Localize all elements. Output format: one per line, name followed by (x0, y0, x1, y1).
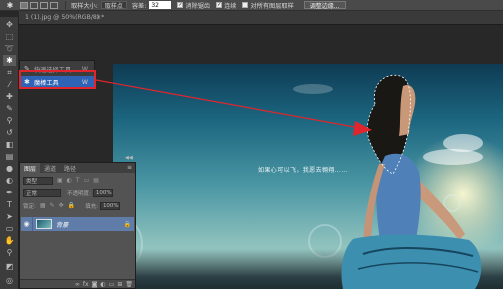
opacity-label: 不透明度: (67, 190, 91, 197)
new-layer-icon[interactable]: ⊞ (117, 281, 122, 288)
adjustment-layer-icon[interactable]: ◐ (100, 281, 105, 288)
history-brush-icon[interactable]: ↺ (3, 127, 16, 138)
hand-tool-icon[interactable]: ✋ (3, 235, 16, 246)
antialias-label: 消除锯齿 (185, 2, 211, 10)
red-highlight-box (19, 70, 96, 89)
collapse-panel-icon[interactable]: ◀◀ (125, 155, 133, 161)
lock-image-icon[interactable]: ✎ (50, 202, 55, 209)
layer-thumbnail (36, 219, 52, 229)
eye-icon[interactable]: ◉ (21, 217, 33, 231)
shape-tool-icon[interactable]: ▭ (3, 223, 16, 234)
type-tool-icon[interactable]: T (3, 199, 16, 210)
layers-panel-tabs: 图层 通道 路径 (20, 163, 135, 173)
filter-type-icon[interactable]: T (76, 177, 80, 184)
divider (65, 1, 66, 9)
fill-label: 填充: (85, 203, 98, 210)
tolerance-input[interactable]: 32 (149, 1, 172, 9)
lock-all-icon[interactable]: 🔒 (68, 202, 75, 209)
canvas-image[interactable]: 如果心可以飞，我愿去翱翔…… (113, 64, 503, 289)
eyedropper-tool-icon[interactable]: ⁄ (3, 79, 16, 90)
layers-panel: 图层 通道 路径 ≡ 类型 ▣ ◐ T ▭ ▤ 正常 不透明度: 100% 锁定… (19, 162, 136, 289)
brush-tool-icon[interactable]: ✎ (3, 103, 16, 114)
sample-size-label: 取样大小: (71, 2, 98, 10)
document-tab-bar: 1 (1).jpg @ 50%(RGB/8) * × (19, 11, 503, 25)
filter-smart-icon[interactable]: ▤ (93, 177, 99, 184)
layer-filter-select[interactable]: 类型 (23, 176, 53, 185)
panel-menu-icon[interactable]: ≡ (127, 164, 132, 171)
options-bar: ✱ 取样大小: 取样点 容差: 32 ✓ 消除锯齿 ✓ 连续 对所有图层取样 调… (0, 0, 503, 11)
delete-layer-icon[interactable]: 🗑 (125, 281, 133, 288)
zoom-tool-icon[interactable]: ⚲ (3, 247, 16, 258)
add-selection-icon[interactable] (30, 1, 38, 9)
magic-wand-icon[interactable]: ✱ (0, 0, 20, 11)
lock-icon: 🔒 (123, 220, 131, 228)
tools-panel: ✥ ⬚ ➰ ✱ ⌗ ⁄ ✚ ✎ ⚲ ↺ ◧ ▤ ● ◐ ✒ T ➤ ▭ ✋ ⚲ … (0, 17, 19, 289)
layer-filter-label: 类型 (26, 178, 38, 185)
tab-layers[interactable]: 图层 (20, 163, 41, 173)
blend-row: 正常 不透明度: 100% (23, 188, 132, 197)
crop-tool-icon[interactable]: ⌗ (3, 67, 16, 78)
stamp-tool-icon[interactable]: ⚲ (3, 115, 16, 126)
fill-input[interactable]: 100% (99, 201, 120, 210)
contiguous-checkbox[interactable]: ✓ (216, 2, 223, 8)
layer-filter-row: 类型 ▣ ◐ T ▭ ▤ (23, 176, 132, 185)
lock-row: 锁定: ▦ ✎ ✥ 🔒 填充: 100% (23, 201, 132, 210)
lock-transparent-icon[interactable]: ▦ (40, 202, 46, 209)
link-layers-icon[interactable]: ∞ (75, 281, 80, 288)
tab-paths[interactable]: 路径 (60, 163, 80, 173)
tab-channels[interactable]: 通道 (40, 163, 60, 173)
pen-tool-icon[interactable]: ✒ (3, 187, 16, 198)
filter-adjust-icon[interactable]: ◐ (67, 177, 72, 184)
lock-position-icon[interactable]: ✥ (59, 202, 64, 209)
path-selection-icon[interactable]: ➤ (3, 211, 16, 222)
new-group-icon[interactable]: ▭ (109, 281, 115, 288)
magic-wand-tool-icon[interactable]: ✱ (3, 55, 16, 66)
lasso-tool-icon[interactable]: ➰ (3, 43, 16, 54)
layer-row-background[interactable]: ◉ 背景 🔒 (21, 217, 134, 231)
foreground-background-color-icon[interactable]: ◩ (3, 261, 16, 272)
add-mask-icon[interactable]: ◙ (92, 281, 98, 288)
canvas-caption: 如果心可以飞，我愿去翱翔…… (258, 167, 348, 174)
contiguous-label: 连续 (224, 2, 237, 10)
eraser-tool-icon[interactable]: ◧ (3, 139, 16, 150)
marquee-tool-icon[interactable]: ⬚ (3, 31, 16, 42)
tolerance-label: 容差: (131, 2, 147, 10)
antialias-checkbox[interactable]: ✓ (177, 2, 184, 8)
lock-label: 锁定: (23, 203, 36, 210)
new-selection-icon[interactable] (20, 1, 28, 9)
refine-edge-button[interactable]: 调整边缘... (303, 1, 346, 10)
sample-size-select[interactable]: 取样点 (100, 1, 127, 10)
document-tab-title[interactable]: 1 (1).jpg @ 50%(RGB/8) * (25, 14, 104, 21)
intersect-selection-icon[interactable] (50, 1, 58, 9)
subtract-selection-icon[interactable] (40, 1, 48, 9)
layer-name: 背景 (56, 221, 69, 229)
quick-mask-icon[interactable]: ◎ (3, 275, 16, 286)
move-tool-icon[interactable]: ✥ (3, 19, 16, 30)
blur-tool-icon[interactable]: ● (3, 163, 16, 174)
sample-all-layers-checkbox[interactable] (242, 2, 249, 8)
filter-shape-icon[interactable]: ▭ (84, 177, 90, 184)
healing-brush-icon[interactable]: ✚ (3, 91, 16, 102)
layer-style-icon[interactable]: fx (83, 281, 89, 288)
blend-mode-select[interactable]: 正常 (23, 188, 61, 197)
woman-figure (341, 74, 482, 289)
layers-panel-footer: ∞ fx ◙ ◐ ▭ ⊞ 🗑 (20, 279, 135, 288)
gradient-tool-icon[interactable]: ▤ (3, 151, 16, 162)
filter-pixel-icon[interactable]: ▣ (57, 177, 63, 184)
sample-all-layers-label: 对所有图层取样 (250, 2, 294, 10)
opacity-input[interactable]: 100% (92, 188, 113, 197)
close-icon[interactable]: × (96, 14, 101, 21)
dodge-tool-icon[interactable]: ◐ (3, 175, 16, 186)
